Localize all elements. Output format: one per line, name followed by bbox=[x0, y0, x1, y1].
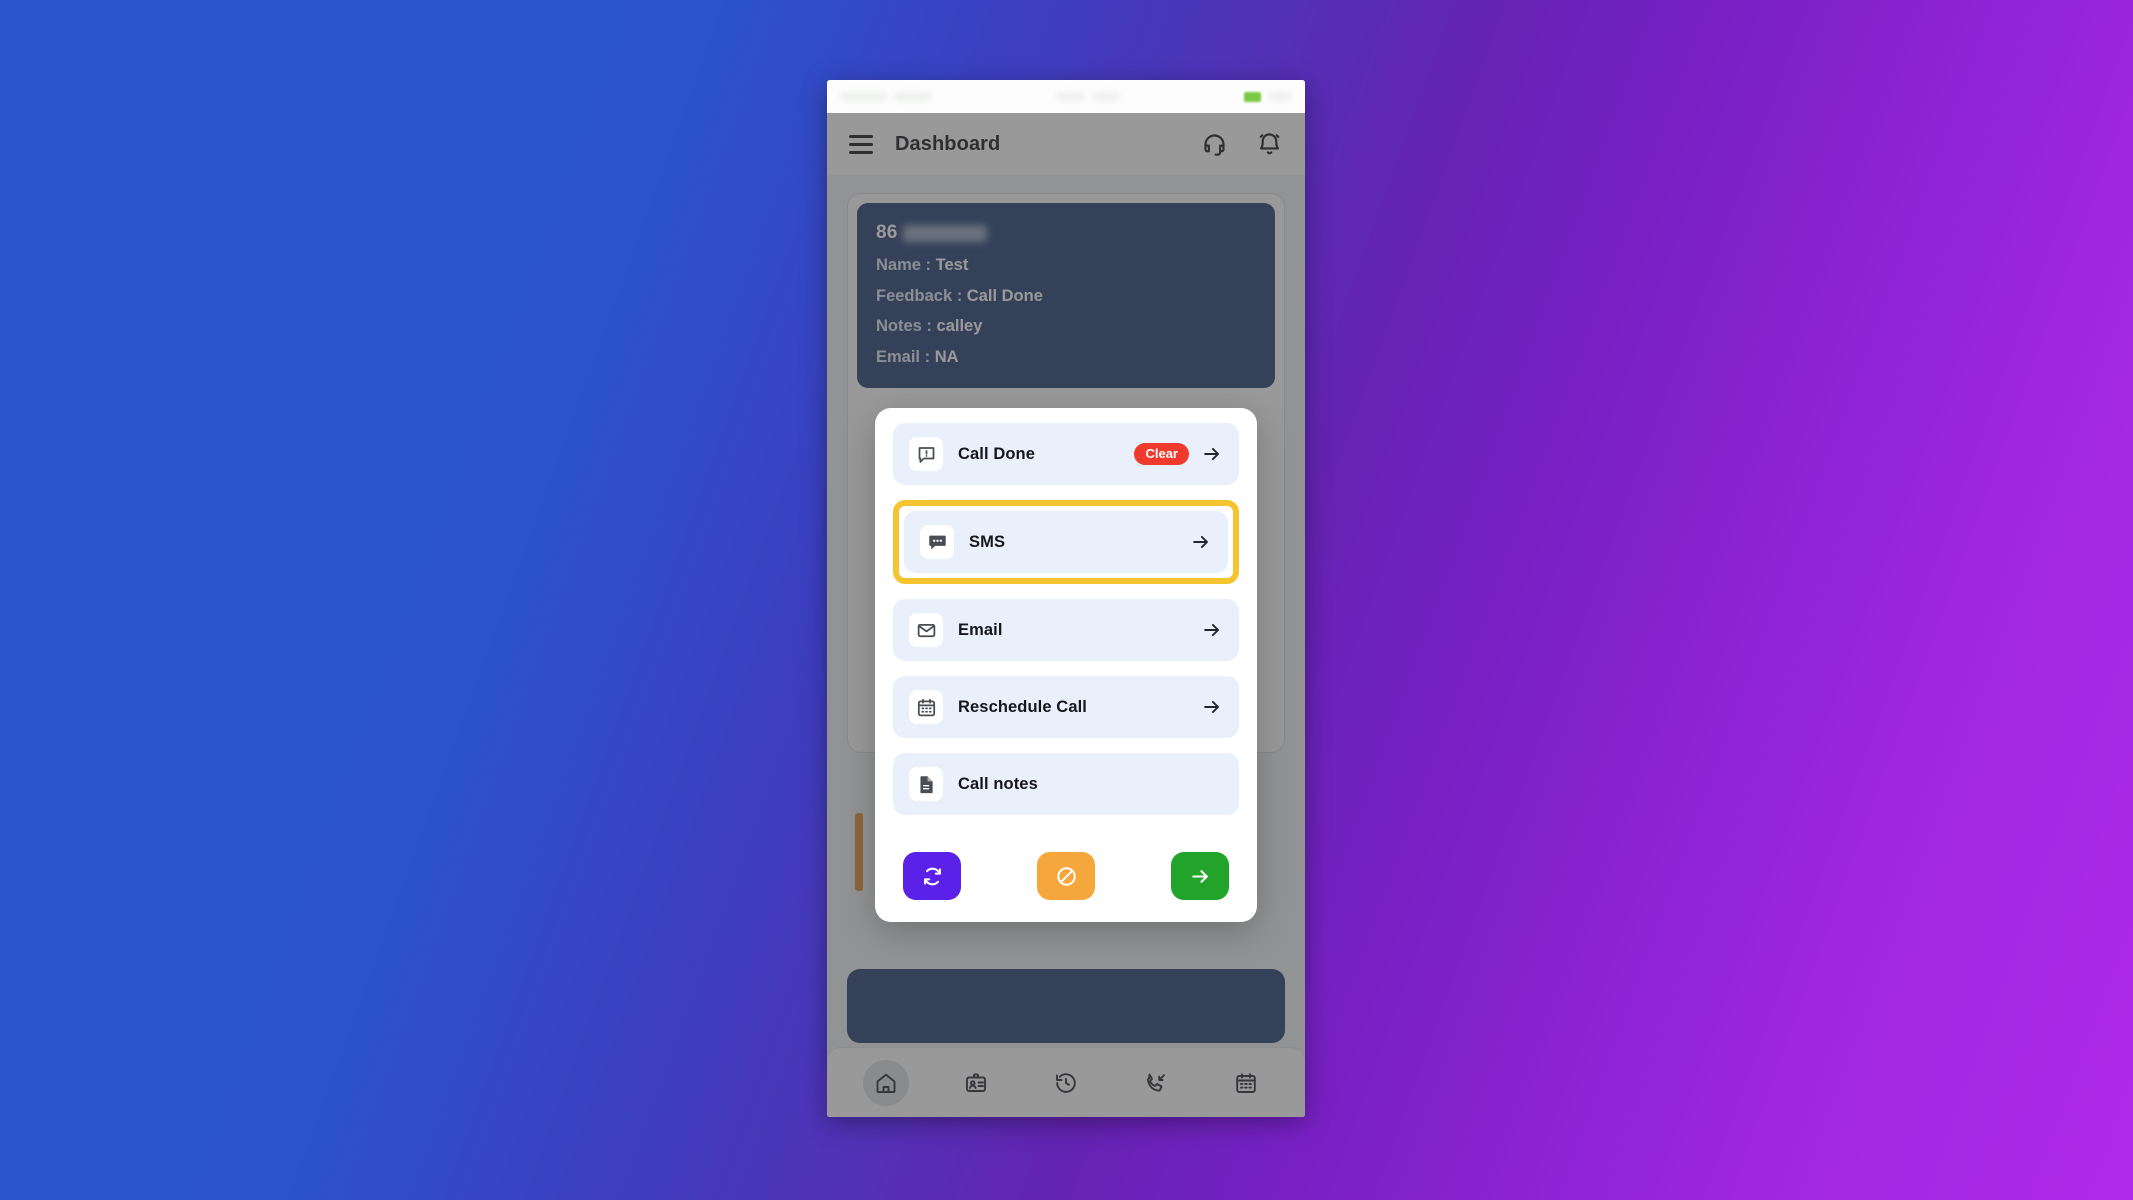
action-option-label: SMS bbox=[969, 532, 1006, 551]
status-bar-redacted-icon bbox=[1269, 92, 1291, 101]
arrow-right-icon[interactable] bbox=[1201, 443, 1223, 465]
phone-frame: Dashboard bbox=[827, 80, 1305, 1117]
action-option-reschedule-call[interactable]: Reschedule Call bbox=[893, 676, 1239, 738]
status-bar-redacted-text bbox=[841, 92, 887, 101]
action-option-label: Email bbox=[958, 620, 1003, 639]
arrow-right-icon[interactable] bbox=[1201, 619, 1223, 641]
action-sheet-modal: Call Done Clear SMS Email Reschedule Cal… bbox=[875, 408, 1257, 922]
status-bar-left bbox=[841, 92, 932, 101]
action-option-call-notes[interactable]: Call notes bbox=[893, 753, 1239, 815]
action-sheet-buttons bbox=[893, 830, 1239, 904]
action-option-right bbox=[1201, 619, 1223, 641]
action-option-right bbox=[1190, 531, 1212, 553]
action-option-label: Reschedule Call bbox=[958, 697, 1087, 716]
status-bar bbox=[827, 80, 1305, 113]
arrow-right-icon[interactable] bbox=[1190, 531, 1212, 553]
action-option-sms-highlight: SMS bbox=[893, 500, 1239, 584]
action-option-right: Clear bbox=[1134, 443, 1223, 465]
action-option-label: Call Done bbox=[958, 444, 1035, 463]
document-notes-icon bbox=[909, 767, 943, 801]
status-bar-redacted-icon bbox=[1093, 92, 1119, 101]
action-option-sms[interactable]: SMS bbox=[904, 511, 1228, 573]
sms-chat-icon bbox=[920, 525, 954, 559]
status-badge[interactable]: Clear bbox=[1134, 443, 1189, 465]
action-option-right bbox=[1201, 696, 1223, 718]
battery-icon bbox=[1244, 91, 1261, 102]
arrow-right-icon[interactable] bbox=[1201, 696, 1223, 718]
action-option-email[interactable]: Email bbox=[893, 599, 1239, 661]
calendar-icon bbox=[909, 690, 943, 724]
status-bar-redacted-icon bbox=[1057, 92, 1085, 101]
next-button[interactable] bbox=[1171, 852, 1229, 900]
status-bar-redacted-text bbox=[894, 92, 932, 101]
action-option-label: Call notes bbox=[958, 774, 1038, 793]
block-button[interactable] bbox=[1037, 852, 1095, 900]
refresh-button[interactable] bbox=[903, 852, 961, 900]
envelope-icon bbox=[909, 613, 943, 647]
action-option-call-done[interactable]: Call Done Clear bbox=[893, 423, 1239, 485]
comment-alert-icon bbox=[909, 437, 943, 471]
